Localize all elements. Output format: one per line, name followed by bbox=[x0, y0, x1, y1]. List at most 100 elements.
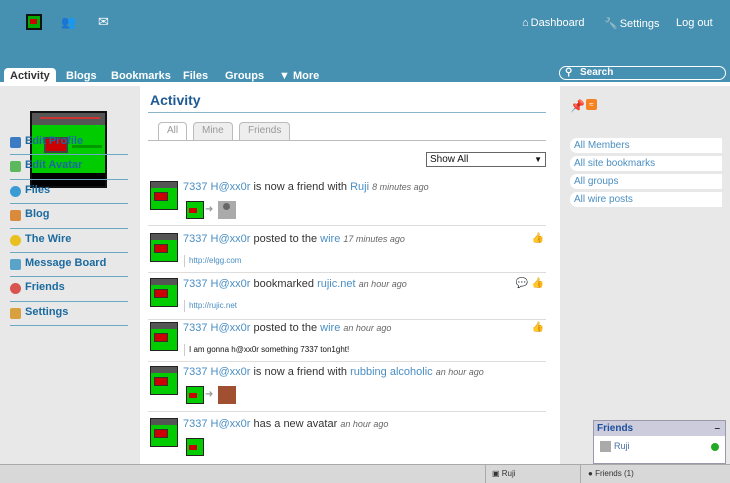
target-link[interactable]: rubbing alcoholic bbox=[350, 366, 433, 378]
activity-item: 7337 H@xx0r is now a friend with Ruji 8 … bbox=[148, 181, 546, 226]
friends-icon: ● bbox=[588, 469, 596, 478]
like-icon[interactable]: 👍 bbox=[532, 278, 544, 289]
user-avatar[interactable] bbox=[150, 181, 178, 210]
site-logo-icon[interactable] bbox=[26, 14, 42, 30]
subject-avatar[interactable] bbox=[186, 386, 204, 404]
user-avatar[interactable] bbox=[150, 322, 178, 351]
all-groups-link[interactable]: All groups bbox=[570, 174, 722, 189]
activity-item: 7337 H@xx0r posted to the wire 17 minute… bbox=[148, 233, 546, 273]
tab-more[interactable]: ▼ More bbox=[273, 68, 325, 85]
activity-excerpt[interactable]: http://elgg.com bbox=[184, 255, 241, 267]
target-link[interactable]: wire bbox=[320, 233, 340, 245]
friends-icon[interactable]: 👥 bbox=[61, 14, 77, 30]
comment-icon[interactable]: 💬 bbox=[516, 278, 528, 289]
activity-item: 7337 H@xx0r bookmarked rujic.net an hour… bbox=[148, 278, 546, 320]
activity-item: 7337 H@xx0r is now a friend with rubbing… bbox=[148, 366, 546, 412]
heart-icon bbox=[10, 283, 21, 295]
activity-excerpt[interactable]: http://rujic.net bbox=[184, 300, 237, 312]
activity-summary: 7337 H@xx0r is now a friend with Ruji 8 … bbox=[183, 181, 429, 193]
tab-activity[interactable]: Activity bbox=[4, 68, 56, 85]
mail-icon[interactable]: ✉ bbox=[98, 14, 114, 30]
all-site-bookmarks-link[interactable]: All site bookmarks bbox=[570, 156, 722, 171]
user-avatar[interactable] bbox=[150, 278, 178, 307]
tab-files[interactable]: Files bbox=[177, 68, 214, 85]
friends-popup: Friends – Ruji bbox=[593, 420, 726, 464]
top-bar: 👥 ✉ ⌂ Dashboard 🔧 Settings Log out bbox=[0, 0, 730, 66]
filter-tab-divider bbox=[148, 140, 546, 141]
online-status-icon bbox=[711, 443, 719, 451]
like-icon[interactable]: 👍 bbox=[532, 322, 544, 333]
right-sidebar: 📌 ≈ All Members All site bookmarks All g… bbox=[560, 86, 730, 464]
user-icon: ▣ bbox=[492, 469, 502, 478]
friend-avatar[interactable] bbox=[218, 386, 236, 404]
user-link[interactable]: 7337 H@xx0r bbox=[183, 418, 250, 430]
main-content: Activity All Mine Friends Show All ▼ 733… bbox=[140, 86, 560, 464]
new-avatar-thumbnail[interactable] bbox=[186, 438, 204, 456]
toolbar-friends[interactable]: ● Friends (1) bbox=[588, 469, 634, 478]
filter-tab-all[interactable]: All bbox=[158, 122, 188, 141]
activity-summary: 7337 H@xx0r posted to the wire an hour a… bbox=[183, 322, 392, 334]
wrench-icon: 🔧 bbox=[604, 18, 618, 30]
sidebar-item-edit-avatar[interactable]: Edit Avatar bbox=[10, 155, 128, 180]
logout-link[interactable]: Log out bbox=[676, 17, 713, 29]
bottom-toolbar: ▣ Ruji ● Friends (1) bbox=[0, 464, 730, 483]
minimize-button[interactable]: – bbox=[714, 421, 720, 436]
toolbar-user[interactable]: ▣ Ruji bbox=[492, 469, 516, 478]
target-link[interactable]: rujic.net bbox=[317, 278, 356, 290]
user-link[interactable]: 7337 H@xx0r bbox=[183, 233, 250, 245]
dropdown-arrow-icon: ▼ bbox=[534, 155, 542, 164]
home-icon: ⌂ bbox=[522, 17, 529, 29]
friend-avatar bbox=[600, 441, 611, 453]
target-link[interactable]: Ruji bbox=[350, 181, 369, 193]
all-wire-posts-link[interactable]: All wire posts bbox=[570, 192, 722, 207]
activity-summary: 7337 H@xx0r bookmarked rujic.net an hour… bbox=[183, 278, 407, 290]
filter-tab-mine[interactable]: Mine bbox=[193, 122, 233, 140]
timestamp: 17 minutes ago bbox=[343, 234, 405, 244]
timestamp: an hour ago bbox=[435, 367, 484, 377]
activity-type-select[interactable]: Show All ▼ bbox=[426, 152, 546, 167]
tab-blogs[interactable]: Blogs bbox=[60, 68, 103, 85]
settings-link[interactable]: 🔧 Settings bbox=[604, 17, 659, 30]
activity-summary: 7337 H@xx0r posted to the wire 17 minute… bbox=[183, 233, 405, 245]
timestamp: 8 minutes ago bbox=[372, 182, 429, 192]
sidebar-item-message-board[interactable]: Message Board bbox=[10, 253, 128, 278]
search-icon: ⚲ bbox=[565, 67, 573, 78]
arrow-icon: ➜ bbox=[205, 389, 214, 400]
wire-icon bbox=[10, 234, 21, 246]
pin-icon[interactable]: 📌 bbox=[570, 99, 585, 113]
blog-icon bbox=[10, 210, 21, 222]
activity-summary: 7337 H@xx0r has a new avatar an hour ago bbox=[183, 418, 389, 430]
dashboard-link[interactable]: ⌂ Dashboard bbox=[522, 17, 584, 29]
rss-icon[interactable]: ≈ bbox=[586, 99, 597, 110]
user-avatar[interactable] bbox=[150, 418, 178, 447]
timestamp: an hour ago bbox=[358, 279, 407, 289]
sidebar-item-friends[interactable]: Friends bbox=[10, 277, 128, 302]
activity-summary: 7337 H@xx0r is now a friend with rubbing… bbox=[183, 366, 484, 378]
friend-list-item[interactable]: Ruji bbox=[600, 441, 630, 453]
subject-avatar[interactable] bbox=[186, 201, 204, 219]
sidebar-item-edit-profile[interactable]: Edit Profile bbox=[10, 131, 128, 156]
avatar-icon bbox=[10, 161, 21, 173]
owner-menu: Edit Profile Edit Avatar Files Blog The … bbox=[10, 131, 128, 327]
search-input[interactable]: ⚲ Search bbox=[559, 66, 726, 80]
friend-avatar[interactable] bbox=[218, 201, 236, 219]
user-link[interactable]: 7337 H@xx0r bbox=[183, 366, 250, 378]
messageboard-icon bbox=[10, 258, 21, 270]
tab-bookmarks[interactable]: Bookmarks bbox=[105, 68, 177, 85]
like-icon[interactable]: 👍 bbox=[532, 233, 544, 244]
activity-item: 7337 H@xx0r has a new avatar an hour ago bbox=[148, 418, 546, 464]
sidebar-item-files[interactable]: Files bbox=[10, 180, 128, 205]
user-link[interactable]: 7337 H@xx0r bbox=[183, 181, 250, 193]
more-caret-icon: ▼ bbox=[279, 70, 293, 82]
sidebar-item-settings[interactable]: Settings bbox=[10, 302, 128, 327]
all-members-link[interactable]: All Members bbox=[570, 138, 722, 153]
tab-groups[interactable]: Groups bbox=[219, 68, 270, 85]
user-avatar[interactable] bbox=[150, 233, 178, 262]
sidebar-item-blog[interactable]: Blog bbox=[10, 204, 128, 229]
filter-tab-friends[interactable]: Friends bbox=[239, 122, 291, 140]
user-link[interactable]: 7337 H@xx0r bbox=[183, 322, 250, 334]
user-link[interactable]: 7337 H@xx0r bbox=[183, 278, 250, 290]
sidebar-item-the-wire[interactable]: The Wire bbox=[10, 229, 128, 253]
user-avatar[interactable] bbox=[150, 366, 178, 395]
target-link[interactable]: wire bbox=[320, 322, 340, 334]
